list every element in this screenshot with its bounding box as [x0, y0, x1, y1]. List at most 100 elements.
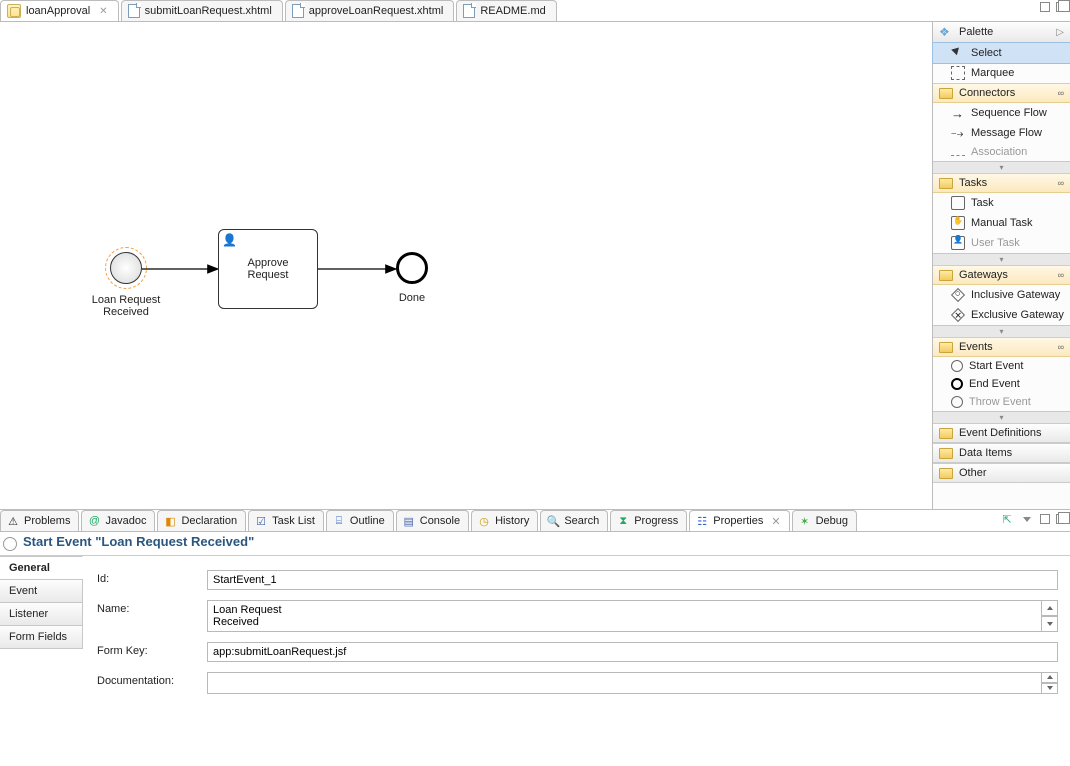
- palette-item-endevent[interactable]: End Event: [933, 375, 1070, 393]
- properties-tab-general[interactable]: General: [0, 556, 83, 580]
- palette-item-msgflow[interactable]: Message Flow: [933, 123, 1070, 143]
- file-icon: [292, 4, 304, 18]
- palette-drawer-tasks[interactable]: Tasks ∞: [933, 173, 1070, 193]
- message-flow-icon: [951, 126, 965, 140]
- palette-item-label: Marquee: [971, 67, 1014, 79]
- palette-item-seqflow[interactable]: Sequence Flow: [933, 103, 1070, 123]
- end-event-node[interactable]: [396, 252, 428, 284]
- view-tab-label: Problems: [24, 515, 70, 527]
- palette-scroll-down[interactable]: [933, 253, 1070, 265]
- editor-tab-loanapproval[interactable]: loanApproval ✕: [0, 0, 119, 21]
- close-icon[interactable]: ✕: [99, 6, 107, 17]
- palette-drawer-eventdefs[interactable]: Event Definitions: [933, 423, 1070, 443]
- view-menu-button[interactable]: ⇱: [1000, 512, 1014, 526]
- folder-icon: [939, 448, 953, 459]
- palette-header[interactable]: Palette ▷: [933, 22, 1070, 43]
- palette-drawer-label: Tasks: [959, 177, 987, 189]
- declaration-icon: ◧: [163, 514, 177, 528]
- formkey-field[interactable]: [207, 642, 1058, 662]
- view-tab-properties[interactable]: ☷Properties✕: [689, 510, 789, 531]
- properties-tab-formfields[interactable]: Form Fields: [0, 625, 83, 649]
- palette-drawer-events[interactable]: Events ∞: [933, 337, 1070, 357]
- palette-icon: [939, 25, 953, 39]
- properties-tab-label: Form Fields: [9, 631, 67, 643]
- palette: Palette ▷ Select Marquee Connectors ∞ Se…: [932, 22, 1070, 509]
- palette-item-association[interactable]: Association: [933, 143, 1070, 161]
- properties-tab-event[interactable]: Event: [0, 579, 83, 603]
- palette-drawer-connectors[interactable]: Connectors ∞: [933, 83, 1070, 103]
- id-field[interactable]: [207, 570, 1058, 590]
- bpmn-canvas[interactable]: Loan Request Received 👤 Approve Request …: [0, 22, 932, 509]
- exclusive-gateway-icon: [951, 308, 965, 322]
- palette-item-label: Start Event: [969, 360, 1023, 372]
- view-tab-outline[interactable]: ⌸Outline: [326, 510, 394, 531]
- documentation-spinner[interactable]: [1042, 672, 1058, 694]
- palette-item-usertask[interactable]: User Task: [933, 233, 1070, 253]
- view-tab-history[interactable]: ◷History: [471, 510, 538, 531]
- view-tab-progress[interactable]: ⧗Progress: [610, 510, 687, 531]
- start-event-node[interactable]: [110, 252, 142, 284]
- palette-tool-marquee[interactable]: Marquee: [933, 63, 1070, 83]
- documentation-field[interactable]: [207, 672, 1042, 694]
- palette-scroll-down[interactable]: [933, 161, 1070, 173]
- view-tab-debug[interactable]: ✶Debug: [792, 510, 857, 531]
- formkey-label: Form Key:: [97, 642, 207, 657]
- view-tab-label: Properties: [713, 515, 763, 527]
- palette-tool-select[interactable]: Select: [933, 43, 1070, 63]
- properties-tab-listener[interactable]: Listener: [0, 602, 83, 626]
- palette-drawer-other[interactable]: Other: [933, 463, 1070, 483]
- cursor-icon: [951, 46, 965, 60]
- view-tab-tasklist[interactable]: ☑Task List: [248, 510, 324, 531]
- palette-item-incgw[interactable]: Inclusive Gateway: [933, 285, 1070, 305]
- properties-title: Start Event "Loan Request Received": [23, 535, 254, 549]
- view-tab-declaration[interactable]: ◧Declaration: [157, 510, 246, 531]
- palette-item-manualtask[interactable]: Manual Task: [933, 213, 1070, 233]
- palette-item-label: Sequence Flow: [971, 107, 1047, 119]
- palette-title: Palette: [959, 26, 993, 38]
- file-icon: [128, 4, 140, 18]
- view-tab-label: Debug: [816, 515, 848, 527]
- minimize-icon[interactable]: [1040, 514, 1050, 524]
- maximize-icon[interactable]: [1056, 2, 1066, 12]
- palette-drawer-label: Events: [959, 341, 993, 353]
- name-spinner[interactable]: [1042, 600, 1058, 632]
- start-event-icon: [951, 360, 963, 372]
- editor-tab-submitloan[interactable]: submitLoanRequest.xhtml: [121, 0, 283, 21]
- palette-item-label: Manual Task: [971, 217, 1033, 229]
- task-icon: [951, 196, 965, 210]
- marquee-icon: [951, 66, 965, 80]
- editor-tab-label: loanApproval: [26, 5, 90, 17]
- view-dropdown-icon[interactable]: [1020, 512, 1034, 526]
- minimize-icon[interactable]: [1040, 2, 1050, 12]
- view-tab-problems[interactable]: ⚠Problems: [0, 510, 79, 531]
- view-tab-bar: ⚠Problems @Javadoc ◧Declaration ☑Task Li…: [0, 510, 1070, 532]
- palette-drawer-gateways[interactable]: Gateways ∞: [933, 265, 1070, 285]
- view-tab-search[interactable]: 🔍Search: [540, 510, 608, 531]
- close-icon[interactable]: ✕: [771, 515, 780, 528]
- palette-item-excgw[interactable]: Exclusive Gateway: [933, 305, 1070, 325]
- palette-scroll-down[interactable]: [933, 325, 1070, 337]
- folder-icon: [939, 178, 953, 189]
- editor-tab-readme[interactable]: README.md: [456, 0, 556, 21]
- palette-scroll-down[interactable]: [933, 411, 1070, 423]
- process-icon: [7, 4, 21, 18]
- view-tab-label: Console: [420, 515, 460, 527]
- palette-drawer-dataitems[interactable]: Data Items: [933, 443, 1070, 463]
- view-tab-label: Search: [564, 515, 599, 527]
- palette-item-startevent[interactable]: Start Event: [933, 357, 1070, 375]
- properties-tab-label: Event: [9, 585, 37, 597]
- task-node-approve[interactable]: 👤 Approve Request: [218, 229, 318, 309]
- maximize-icon[interactable]: [1056, 514, 1066, 524]
- view-tab-javadoc[interactable]: @Javadoc: [81, 510, 155, 531]
- name-field[interactable]: [207, 600, 1042, 632]
- palette-item-task[interactable]: Task: [933, 193, 1070, 213]
- properties-tab-list: General Event Listener Form Fields: [0, 556, 83, 765]
- tasklist-icon: ☑: [254, 514, 268, 528]
- view-tab-console[interactable]: ▤Console: [396, 510, 469, 531]
- palette-item-throwevent[interactable]: Throw Event: [933, 393, 1070, 411]
- outline-icon: ⌸: [332, 514, 346, 528]
- id-label: Id:: [97, 570, 207, 585]
- sequence-flow-icon: [951, 106, 965, 120]
- editor-tab-approveloan[interactable]: approveLoanRequest.xhtml: [285, 0, 455, 21]
- name-label: Name:: [97, 600, 207, 615]
